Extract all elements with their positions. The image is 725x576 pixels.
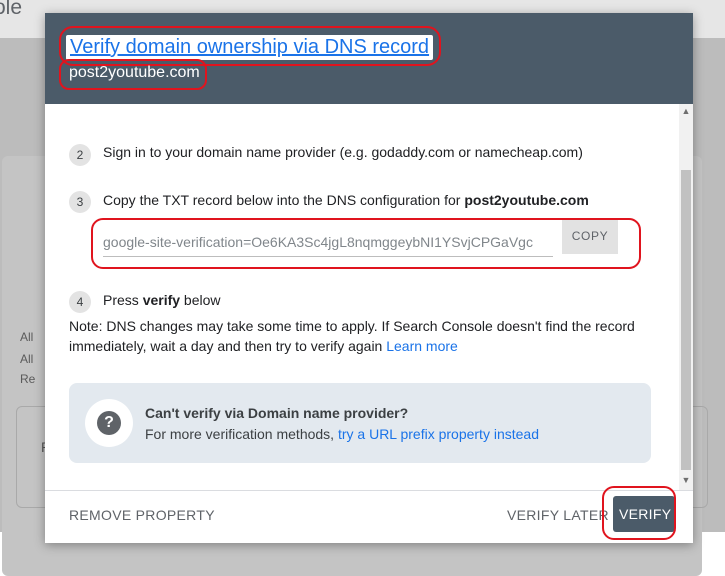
dialog-title-highlight: Verify domain ownership via DNS record: [66, 35, 434, 60]
step-4-text: Press verify below: [103, 292, 221, 308]
step-number-badge: 3: [69, 191, 91, 213]
step-3-text-prefix: Copy the TXT record below into the DNS c…: [103, 192, 465, 208]
dialog-domain: post2youtube.com: [69, 64, 200, 81]
verify-button[interactable]: VERIFY: [613, 496, 675, 532]
step-3-text: Copy the TXT record below into the DNS c…: [103, 192, 589, 208]
chevron-down-icon[interactable]: ▼: [679, 475, 693, 485]
help-body: For more verification methods, try a URL…: [145, 426, 539, 442]
url-prefix-property-link[interactable]: try a URL prefix property instead: [338, 426, 539, 442]
copy-button[interactable]: COPY: [562, 219, 618, 254]
dialog-header: Verify domain ownership via DNS record p…: [45, 13, 693, 104]
background-app-title: ole: [0, 0, 23, 19]
learn-more-link[interactable]: Learn more: [386, 338, 458, 354]
background-bullet: All: [20, 352, 34, 366]
step-number-badge: 2: [69, 144, 91, 166]
step-3-domain: post2youtube.com: [464, 192, 589, 208]
dns-note: Note: DNS changes may take some time to …: [69, 316, 659, 356]
help-icon-circle: ?: [85, 399, 133, 447]
step-2-text: Sign in to your domain name provider (e.…: [103, 144, 583, 160]
step-4-text-prefix: Press: [103, 292, 143, 308]
dialog-title[interactable]: Verify domain ownership via DNS record: [70, 36, 429, 58]
verify-later-button[interactable]: VERIFY LATER: [507, 507, 609, 523]
chevron-up-icon[interactable]: ▲: [679, 106, 693, 116]
verify-domain-dialog: Verify domain ownership via DNS record p…: [45, 13, 693, 543]
dialog-scrollbar[interactable]: ▲ ▼: [679, 104, 693, 490]
dialog-footer: REMOVE PROPERTY VERIFY LATER VERIFY: [45, 486, 693, 543]
txt-record-field[interactable]: google-site-verification=Oe6KA3Sc4jgL8nq…: [103, 234, 553, 257]
background-bullet: All: [20, 330, 34, 344]
help-circle-icon: ?: [97, 411, 121, 435]
remove-property-button[interactable]: REMOVE PROPERTY: [69, 507, 215, 523]
help-title: Can't verify via Domain name provider?: [145, 405, 409, 421]
dns-note-text: Note: DNS changes may take some time to …: [69, 318, 635, 354]
scrollbar-thumb[interactable]: [681, 170, 691, 470]
dialog-content: 2 Sign in to your domain name provider (…: [45, 104, 679, 490]
background-bullet: Re: [20, 372, 36, 386]
alternative-verification-box: ? Can't verify via Domain name provider?…: [69, 383, 651, 463]
step-4-verify-word: verify: [142, 292, 181, 308]
step-number-badge: 4: [69, 291, 91, 313]
help-body-text: For more verification methods,: [145, 426, 335, 442]
step-4-text-suffix: below: [180, 292, 221, 308]
